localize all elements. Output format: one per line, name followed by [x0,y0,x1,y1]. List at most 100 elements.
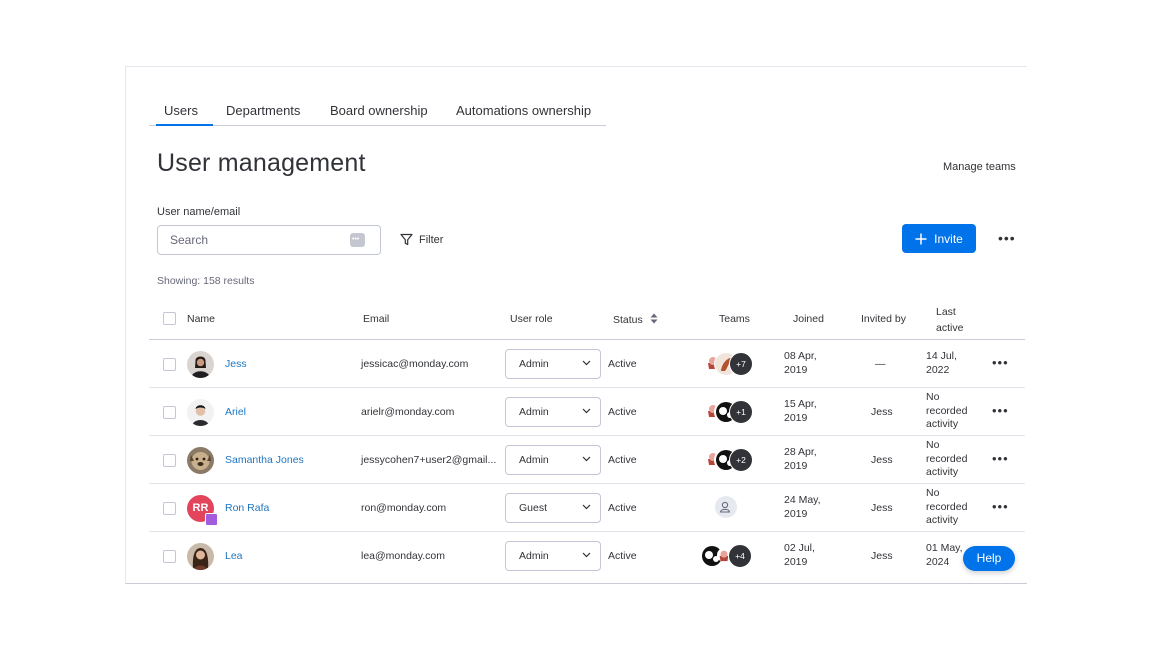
user-name[interactable]: Ron Rafa [225,502,269,514]
table-row: Lea lea@monday.com Admin Active +4 02 Ju… [149,532,1025,579]
team-count-badge: +7 [729,352,753,376]
col-status-label: Status [613,314,643,326]
row-checkbox[interactable] [163,550,176,563]
team-count-badge: +4 [728,544,752,568]
user-name[interactable]: Lea [225,550,243,562]
row-checkbox[interactable] [163,502,176,515]
avatar [187,351,214,378]
people-icon [715,496,737,518]
last-active: No recorded activity [926,391,968,430]
col-last-active[interactable]: Last active [936,304,976,336]
joined-date: 24 May, 2019 [784,494,821,520]
user-email: jessycohen7+user2@gmail... [361,454,497,466]
filter-icon [400,233,413,246]
user-email: arielr@monday.com [361,406,455,418]
table-row: Ariel arielr@monday.com Admin Active +1 … [149,388,1025,436]
team-avatars[interactable]: +2 [705,448,755,472]
last-active: No recorded activity [926,439,968,478]
invited-by: — [875,358,886,370]
chevron-down-icon [582,552,591,558]
avatar [187,447,214,474]
manage-teams-link[interactable]: Manage teams [943,161,1016,173]
page-title: User management [157,149,366,177]
select-all-checkbox[interactable] [163,312,176,325]
table-row: RR Ron Rafa ron@monday.com Guest Active … [149,484,1025,532]
row-checkbox[interactable] [163,454,176,467]
invited-by: Jess [871,454,893,466]
user-status: Active [608,358,637,370]
search-box[interactable] [157,225,381,255]
user-role-select[interactable]: Guest [505,493,601,523]
invited-by: Jess [871,502,893,514]
avatar [187,399,214,426]
col-name[interactable]: Name [187,313,215,325]
row-more-icon[interactable]: ••• [992,451,1009,466]
user-role-value: Guest [519,502,548,514]
user-role-value: Admin [519,454,549,466]
user-role-select[interactable]: Admin [505,541,601,571]
col-user-role[interactable]: User role [510,313,553,325]
row-checkbox[interactable] [163,358,176,371]
filter-button[interactable]: Filter [400,233,443,246]
joined-date: 02 Jul, 2019 [784,542,815,568]
user-email: jessicac@monday.com [361,358,469,370]
search-input[interactable] [158,226,350,254]
user-role-value: Admin [519,406,549,418]
user-status: Active [608,550,637,562]
joined-date: 28 Apr, 2019 [784,446,817,472]
tab-automations-ownership[interactable]: Automations ownership [456,103,591,125]
avatar [187,543,214,570]
table-header: Name Email User role Status Teams Joined… [149,301,1025,340]
more-options-icon[interactable]: ••• [998,230,1016,246]
col-joined[interactable]: Joined [793,313,824,325]
invited-by: Jess [871,550,893,562]
last-active: 14 Jul, 2022 [926,350,957,376]
user-role-select[interactable]: Admin [505,349,601,379]
sort-icon[interactable] [650,313,658,324]
user-status: Active [608,502,637,514]
team-avatars[interactable]: +7 [705,352,755,376]
chevron-down-icon [582,504,591,510]
row-more-icon[interactable]: ••• [992,403,1009,418]
user-role-select[interactable]: Admin [505,445,601,475]
user-role-select[interactable]: Admin [505,397,601,427]
user-name[interactable]: Samantha Jones [225,454,304,466]
invite-button[interactable]: Invite [902,224,976,253]
user-email: lea@monday.com [361,550,445,562]
col-email[interactable]: Email [363,313,389,325]
col-status[interactable]: Status [613,313,658,326]
user-role-value: Admin [519,358,549,370]
row-more-icon[interactable]: ••• [992,499,1009,514]
user-email: ron@monday.com [361,502,447,514]
invite-label: Invite [934,231,963,246]
team-avatars[interactable]: +1 [705,400,755,424]
results-count: Showing: 158 results [157,275,255,287]
table-row: Jess jessicac@monday.com Admin Active +7… [149,340,1025,388]
plus-icon [915,233,927,244]
team-avatars[interactable] [715,496,739,520]
user-status: Active [608,406,637,418]
guest-badge-icon [205,513,218,526]
tab-bar: Users Departments Board ownership Automa… [149,103,606,126]
table-row: Samantha Jones jessycohen7+user2@gmail..… [149,436,1025,484]
row-more-icon[interactable]: ••• [992,355,1009,370]
user-name[interactable]: Jess [225,358,247,370]
team-avatars[interactable]: +4 [700,544,756,568]
filter-label: Filter [419,233,444,246]
tab-users[interactable]: Users [156,103,213,126]
user-name[interactable]: Ariel [225,406,246,418]
joined-date: 15 Apr, 2019 [784,398,817,424]
tab-board-ownership[interactable]: Board ownership [330,103,428,125]
invited-by: Jess [871,406,893,418]
team-count-badge: +2 [729,448,753,472]
col-invited-by[interactable]: Invited by [861,313,906,325]
search-label: User name/email [157,206,241,218]
row-checkbox[interactable] [163,406,176,419]
joined-date: 08 Apr, 2019 [784,350,817,376]
user-management-panel: Users Departments Board ownership Automa… [125,66,1027,584]
col-teams[interactable]: Teams [719,313,750,325]
help-button[interactable]: Help [963,546,1015,571]
tab-departments[interactable]: Departments [226,103,300,125]
last-active: No recorded activity [926,487,968,526]
chevron-down-icon [582,456,591,462]
